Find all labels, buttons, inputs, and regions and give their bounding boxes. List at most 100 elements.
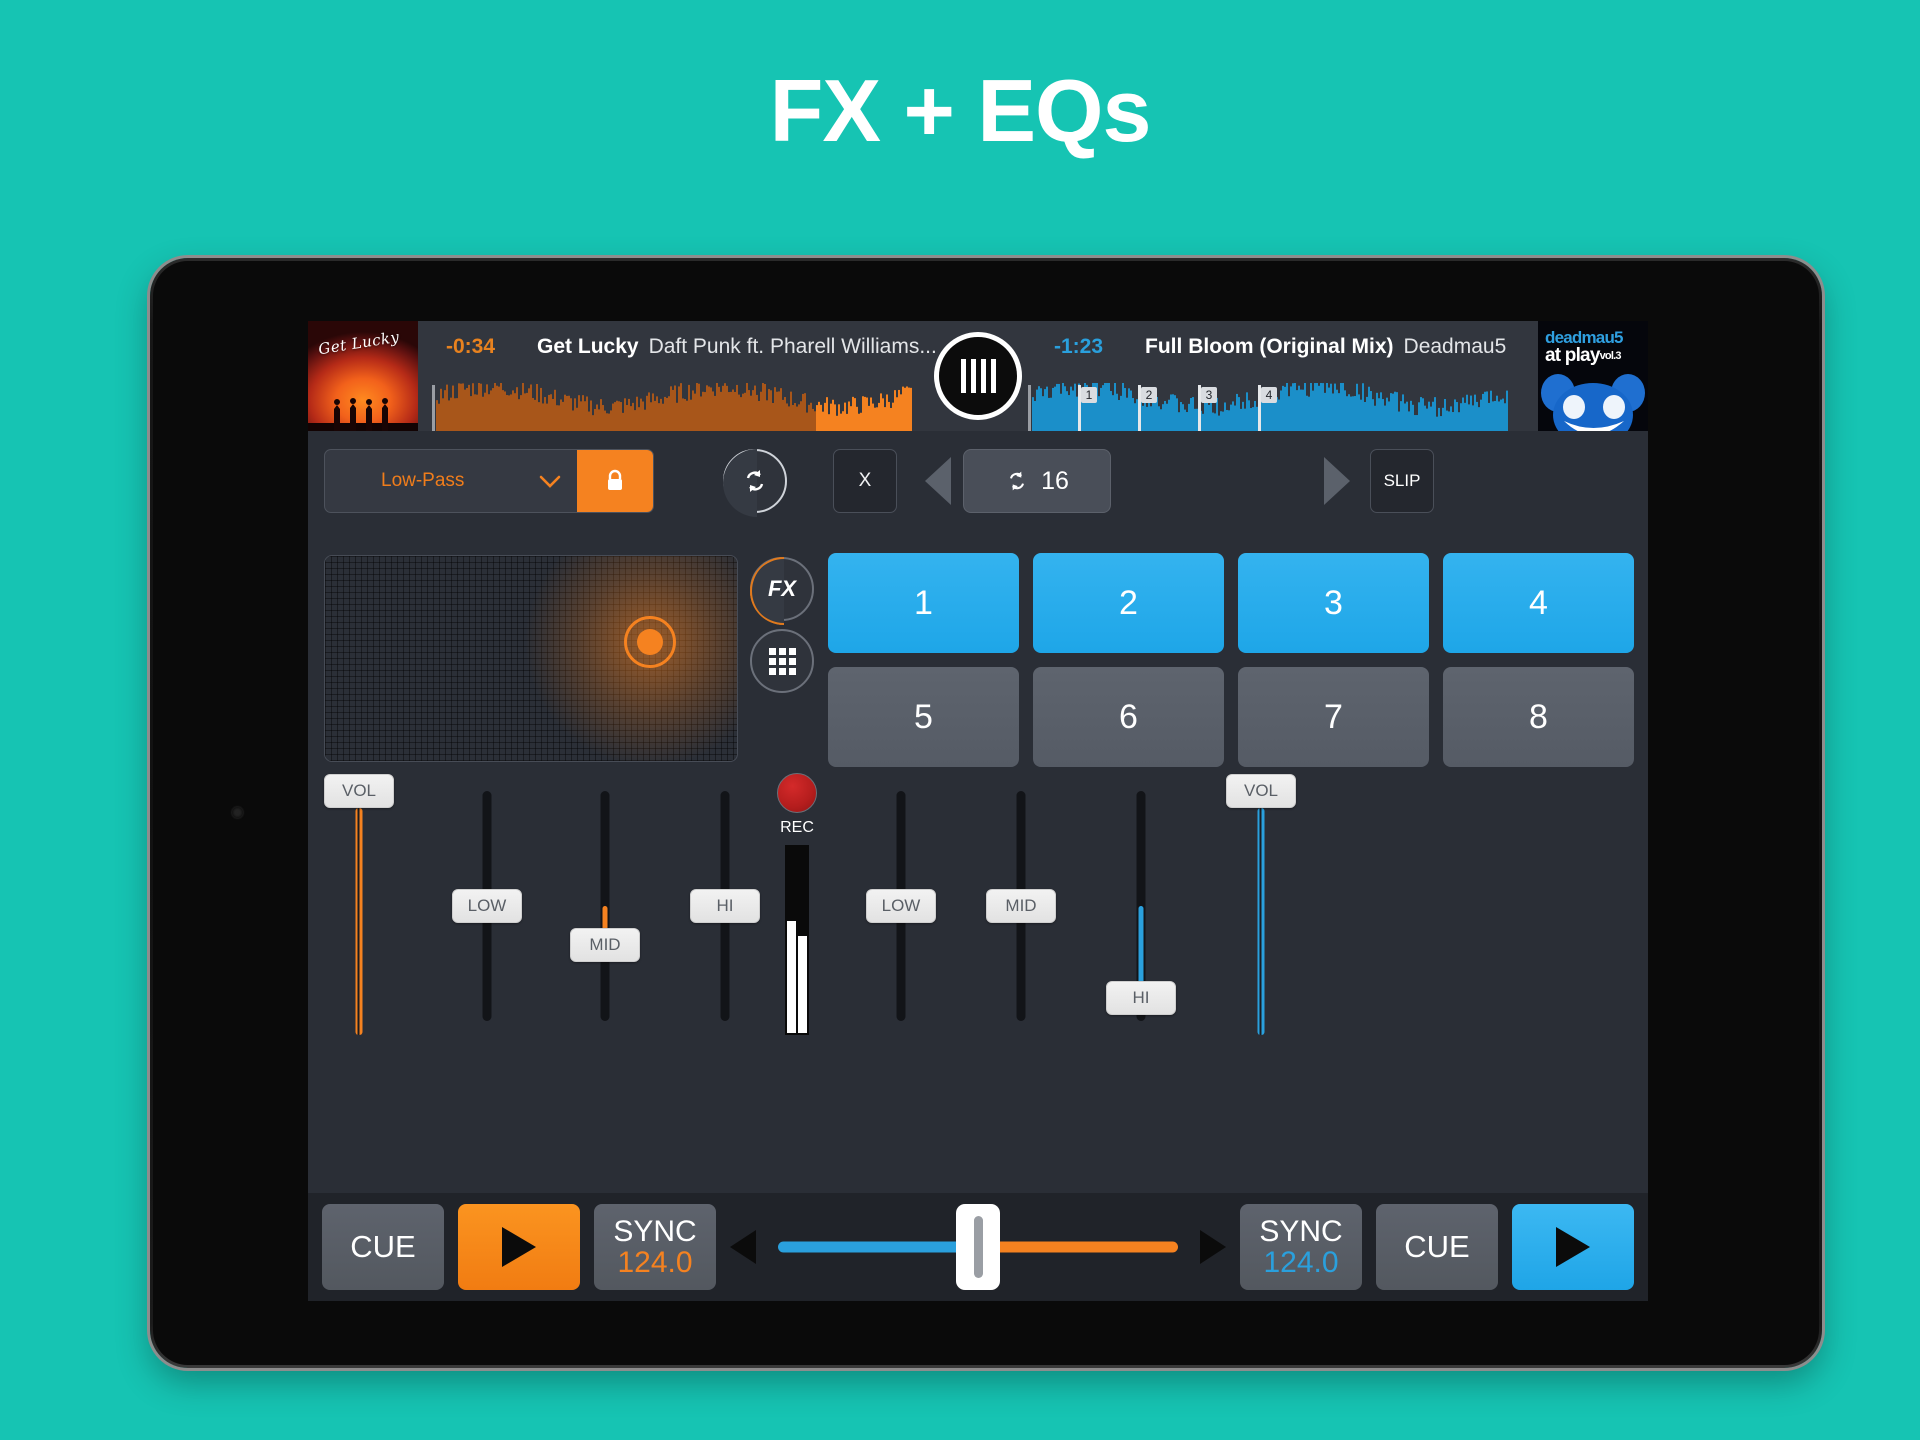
lock-icon bbox=[608, 469, 622, 490]
deck-b-artwork[interactable]: deadmau5 at playvol.3 bbox=[1538, 321, 1648, 431]
mixer-deck-a-hi-knob[interactable]: HI bbox=[690, 889, 760, 923]
deck-b-title: Full Bloom (Original Mix) bbox=[1145, 335, 1394, 358]
cue-pad-1[interactable]: 1 bbox=[828, 553, 1019, 653]
deck-b-cue-button[interactable]: CUE bbox=[1376, 1204, 1498, 1290]
play-icon bbox=[1556, 1227, 1590, 1267]
cue-pad-label: 5 bbox=[914, 697, 933, 736]
mixer-deck-b-hi-slider[interactable]: HI bbox=[1106, 773, 1176, 1061]
chevron-down-icon bbox=[539, 475, 561, 488]
rec-section: REC bbox=[770, 773, 824, 1035]
mixer-deck-b-mid-slider[interactable]: MID bbox=[986, 773, 1056, 1061]
mixer-deck-a-low-slider[interactable]: LOW bbox=[452, 773, 522, 1061]
deck-b-info: -1:23 Full Bloom (Original Mix) Deadmau5… bbox=[1028, 321, 1538, 431]
deck-b-waveform[interactable]: 1 2 3 4 bbox=[1028, 383, 1508, 431]
mixer-deck-a-low-knob[interactable]: LOW bbox=[452, 889, 522, 923]
rec-button[interactable] bbox=[777, 773, 817, 813]
deck-a-artist: Daft Punk ft. Pharell Williams... bbox=[648, 335, 937, 358]
cue-pad-label: 8 bbox=[1529, 697, 1548, 736]
slider-label: HI bbox=[716, 896, 734, 915]
page-title: FX + EQs bbox=[769, 61, 1152, 160]
deadmau5-face-icon bbox=[1541, 374, 1645, 431]
deck-a-sync-button[interactable]: SYNC 124.0 bbox=[594, 1204, 716, 1290]
deck-b-artwork-line2-sub: vol.3 bbox=[1599, 350, 1622, 363]
cue-pad-label: 7 bbox=[1324, 697, 1343, 736]
cue-pad-label: 3 bbox=[1324, 583, 1343, 622]
fx-mode-label: FX bbox=[767, 576, 797, 601]
deck-a-artwork-title: Get Lucky bbox=[317, 327, 401, 359]
deck-a-sync-label: SYNC bbox=[613, 1214, 697, 1248]
cue-pad-label: 2 bbox=[1119, 583, 1138, 622]
mixer-deck-a-mid-slider[interactable]: MID bbox=[570, 773, 640, 1061]
fx-lock-button[interactable] bbox=[577, 450, 653, 512]
mixer-deck-b-vol-knob[interactable]: VOL bbox=[1226, 774, 1296, 808]
deck-b-artwork-line2: at play bbox=[1545, 345, 1600, 367]
deck-a-cue-button[interactable]: CUE bbox=[322, 1204, 444, 1290]
cue-pad-label: 1 bbox=[914, 583, 933, 622]
deck-b-play-button[interactable] bbox=[1512, 1204, 1634, 1290]
cue-pad-8[interactable]: 8 bbox=[1443, 667, 1634, 767]
crossfader-left-arrow-icon[interactable] bbox=[730, 1230, 756, 1264]
mixer-deck-b-hi-knob[interactable]: HI bbox=[1106, 981, 1176, 1015]
loop-multiplier-button[interactable]: X bbox=[833, 449, 897, 513]
fx-select-label-wrap[interactable]: Low-Pass bbox=[325, 450, 577, 512]
crossfader-deck-a-side bbox=[778, 1241, 978, 1253]
cue-pad-4[interactable]: 4 bbox=[1443, 553, 1634, 653]
deck-b-sync-button[interactable]: SYNC 124.0 bbox=[1240, 1204, 1362, 1290]
volume-fill bbox=[355, 808, 363, 1035]
deck-a-info: -0:34 Get Lucky Daft Punk ft. Pharell Wi… bbox=[418, 321, 937, 431]
cue-pad-2[interactable]: 2 bbox=[1033, 553, 1224, 653]
mixer-deck-b-low-slider[interactable]: LOW bbox=[866, 773, 936, 1061]
deck-b-bpm: 124.0 bbox=[1263, 1246, 1339, 1279]
fx-mode-button[interactable]: FX bbox=[750, 557, 814, 625]
play-icon bbox=[502, 1227, 536, 1267]
loop-size-display[interactable]: 16 bbox=[963, 449, 1111, 513]
loop-size-increase-button[interactable] bbox=[1320, 453, 1354, 509]
cue-pad-5[interactable]: 5 bbox=[828, 667, 1019, 767]
cue-pad-7[interactable]: 7 bbox=[1238, 667, 1429, 767]
slider-label: LOW bbox=[467, 896, 507, 915]
deck-a-waveform[interactable] bbox=[432, 383, 912, 431]
tablet-device: Get Lucky -0:34 Get Lucky Daft Punk ft. … bbox=[150, 258, 1822, 1368]
volume-fill bbox=[1257, 808, 1265, 1035]
cue-pad-6[interactable]: 6 bbox=[1033, 667, 1224, 767]
crossfader-knob[interactable] bbox=[956, 1204, 1000, 1290]
deck-b-artist: Deadmau5 bbox=[1403, 335, 1507, 358]
mixer-deck-a-hi-slider[interactable]: HI bbox=[690, 773, 760, 1061]
mixer-deck-a-mid-knob[interactable]: MID bbox=[570, 928, 640, 963]
deck-b-artwork-text: deadmau5 at playvol.3 bbox=[1545, 329, 1623, 366]
loop-icon bbox=[1010, 471, 1025, 491]
xy-pad-glow bbox=[520, 556, 737, 761]
slider-label: HI bbox=[1132, 988, 1150, 1007]
mixer-deck-b-vol-slider[interactable]: VOL bbox=[1226, 773, 1296, 1061]
cue-pad-3[interactable]: 3 bbox=[1238, 553, 1429, 653]
loop-toggle-button[interactable] bbox=[723, 449, 787, 517]
slip-button[interactable]: SLIP bbox=[1370, 449, 1434, 513]
deck-a-play-button[interactable] bbox=[458, 1204, 580, 1290]
xy-pad-dot[interactable] bbox=[637, 629, 664, 656]
transport-bar: CUE SYNC 124.0 SYNC 124.0 CUE bbox=[308, 1193, 1648, 1301]
deck-a-artwork[interactable]: Get Lucky bbox=[308, 321, 418, 431]
mixer-deck-a-vol-knob[interactable]: VOL bbox=[324, 774, 394, 808]
mixer-deck-b-mid-knob[interactable]: MID bbox=[986, 889, 1056, 923]
fx-select[interactable]: Low-Pass bbox=[324, 449, 654, 513]
deck-b-artwork-line1: deadmau5 bbox=[1545, 328, 1623, 347]
crossfader-right-arrow-icon[interactable] bbox=[1200, 1230, 1226, 1264]
mixer-deck-a-vol-slider[interactable]: VOL bbox=[324, 773, 394, 1061]
svg-text:4: 4 bbox=[1266, 388, 1273, 402]
pads-mode-button[interactable] bbox=[750, 629, 814, 693]
crossfader[interactable] bbox=[730, 1204, 1226, 1290]
control-row: Low-Pass X 16 SLIP bbox=[308, 449, 1648, 535]
app-screen: Get Lucky -0:34 Get Lucky Daft Punk ft. … bbox=[308, 321, 1648, 1301]
grid-icon bbox=[768, 647, 796, 675]
cue-pad-label: 6 bbox=[1119, 697, 1138, 736]
deck-a-title: Get Lucky bbox=[537, 335, 639, 358]
crossfader-track[interactable] bbox=[778, 1204, 1178, 1290]
svg-text:1: 1 bbox=[1086, 388, 1093, 402]
mixer-deck-b-low-knob[interactable]: LOW bbox=[866, 889, 936, 923]
loop-size-decrease-button[interactable] bbox=[921, 453, 955, 509]
loop-size-value: 16 bbox=[1041, 466, 1069, 495]
fx-xy-pad[interactable] bbox=[324, 555, 738, 762]
cue-pad-grid: 1 2 3 4 5 6 7 8 bbox=[828, 553, 1634, 767]
loop-icon bbox=[746, 470, 764, 492]
crossfader-deck-b-side bbox=[978, 1241, 1178, 1253]
